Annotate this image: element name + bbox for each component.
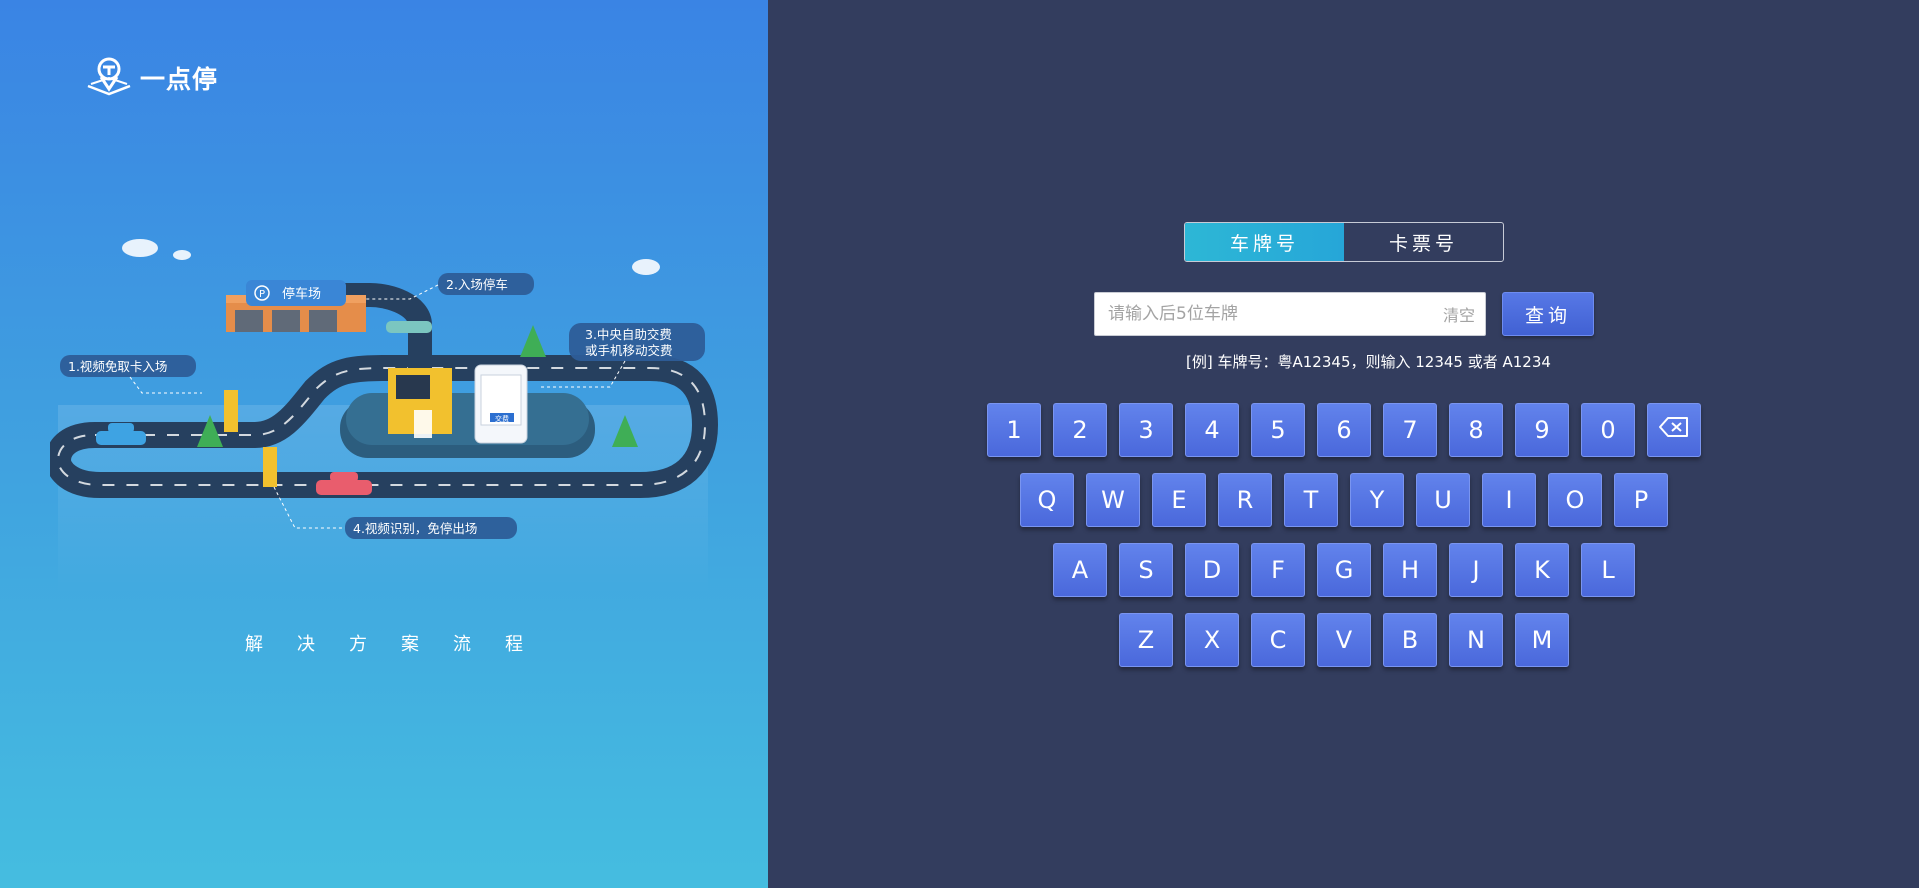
- key-i[interactable]: I: [1482, 473, 1536, 527]
- key-j[interactable]: J: [1449, 543, 1503, 597]
- key-g[interactable]: G: [1317, 543, 1371, 597]
- clear-button[interactable]: 清空: [1443, 302, 1475, 326]
- key-f[interactable]: F: [1251, 543, 1305, 597]
- svg-text:P: P: [259, 289, 265, 300]
- backspace-key[interactable]: [1647, 403, 1701, 457]
- key-n[interactable]: N: [1449, 613, 1503, 667]
- svg-text:4.视频识别，免停出场: 4.视频识别，免停出场: [353, 521, 477, 536]
- key-8[interactable]: 8: [1449, 403, 1503, 457]
- query-type-tabs: 车牌号 卡票号: [1184, 222, 1504, 262]
- svg-text:交费: 交费: [495, 414, 509, 423]
- svg-text:停车场: 停车场: [282, 286, 321, 302]
- key-9[interactable]: 9: [1515, 403, 1569, 457]
- right-panel: 车牌号 卡票号 清空 查询 [例] 车牌号：粤A12345，则输入 12345 …: [768, 0, 1919, 888]
- key-q[interactable]: Q: [1020, 473, 1074, 527]
- key-y[interactable]: Y: [1350, 473, 1404, 527]
- key-6[interactable]: 6: [1317, 403, 1371, 457]
- key-d[interactable]: D: [1185, 543, 1239, 597]
- keyboard-row-digits: 1 2 3 4 5 6 7 8 9 0: [987, 403, 1713, 457]
- key-a[interactable]: A: [1053, 543, 1107, 597]
- svg-text:或手机移动交费: 或手机移动交费: [585, 343, 673, 358]
- key-u[interactable]: U: [1416, 473, 1470, 527]
- key-o[interactable]: O: [1548, 473, 1602, 527]
- key-7[interactable]: 7: [1383, 403, 1437, 457]
- key-c[interactable]: C: [1251, 613, 1305, 667]
- query-button[interactable]: 查询: [1502, 292, 1594, 336]
- solution-flow-caption: 解决方案流程: [245, 634, 557, 655]
- key-0[interactable]: 0: [1581, 403, 1635, 457]
- key-w[interactable]: W: [1086, 473, 1140, 527]
- search-box: 清空: [1094, 292, 1486, 336]
- key-l[interactable]: L: [1581, 543, 1635, 597]
- left-panel: 一点停 P 停车场 交费 1.视频免取卡入场 2.入场停车 3.中央自助交费 或…: [0, 0, 768, 888]
- search-row: 清空 查询: [1094, 292, 1594, 336]
- svg-text:3.中央自助交费: 3.中央自助交费: [585, 327, 672, 342]
- parking-flow-illustration: P 停车场 交费 1.视频免取卡入场 2.入场停车 3.中央自助交费 或手机移动…: [50, 239, 718, 595]
- tab-ticket-number[interactable]: 卡票号: [1344, 223, 1503, 261]
- key-v[interactable]: V: [1317, 613, 1371, 667]
- key-r[interactable]: R: [1218, 473, 1272, 527]
- key-h[interactable]: H: [1383, 543, 1437, 597]
- brand-name: 一点停: [140, 65, 219, 94]
- plate-input[interactable]: [1108, 304, 1443, 324]
- key-t[interactable]: T: [1284, 473, 1338, 527]
- key-5[interactable]: 5: [1251, 403, 1305, 457]
- key-z[interactable]: Z: [1119, 613, 1173, 667]
- key-k[interactable]: K: [1515, 543, 1569, 597]
- key-s[interactable]: S: [1119, 543, 1173, 597]
- keyboard-row-qwerty: Q W E R T Y U I O P: [1020, 473, 1680, 527]
- keyboard-row-asdf: A S D F G H J K L: [1053, 543, 1647, 597]
- backspace-icon: [1658, 416, 1690, 444]
- key-e[interactable]: E: [1152, 473, 1206, 527]
- key-3[interactable]: 3: [1119, 403, 1173, 457]
- key-4[interactable]: 4: [1185, 403, 1239, 457]
- key-b[interactable]: B: [1383, 613, 1437, 667]
- tab-plate-number[interactable]: 车牌号: [1185, 223, 1344, 261]
- key-2[interactable]: 2: [1053, 403, 1107, 457]
- key-p[interactable]: P: [1614, 473, 1668, 527]
- parking-pin-logo-icon: [86, 56, 132, 100]
- keyboard-row-zxcv: Z X C V B N M: [1119, 613, 1581, 667]
- brand-logo: 一点停: [86, 56, 218, 100]
- key-x[interactable]: X: [1185, 613, 1239, 667]
- svg-text:2.入场停车: 2.入场停车: [446, 277, 508, 292]
- key-1[interactable]: 1: [987, 403, 1041, 457]
- example-hint: [例] 车牌号：粤A12345，则输入 12345 或者 A1234: [1186, 353, 1551, 371]
- key-m[interactable]: M: [1515, 613, 1569, 667]
- svg-text:1.视频免取卡入场: 1.视频免取卡入场: [68, 359, 167, 374]
